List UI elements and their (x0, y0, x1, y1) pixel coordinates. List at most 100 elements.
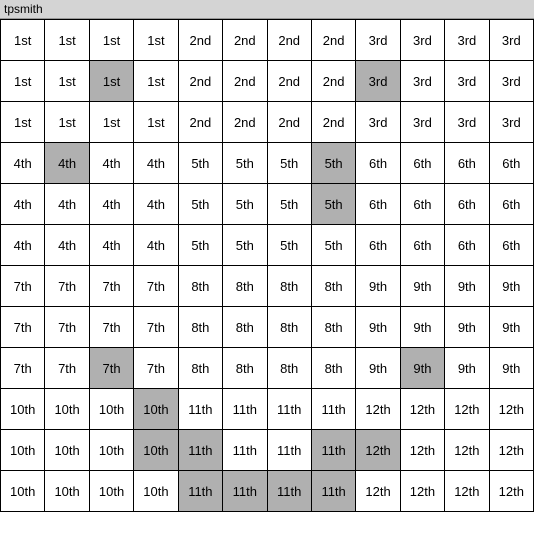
table-row: 3rd (401, 20, 445, 61)
table-row: 12th (490, 389, 534, 430)
table-row: 1st (45, 20, 89, 61)
table-row: 8th (179, 266, 223, 307)
table-row: 8th (268, 348, 312, 389)
table-row: 11th (268, 430, 312, 471)
table-row: 4th (45, 143, 89, 184)
table-row: 4th (90, 143, 134, 184)
table-row: 7th (1, 266, 45, 307)
table-row: 3rd (356, 61, 400, 102)
table-row: 9th (445, 348, 489, 389)
table-row: 11th (223, 389, 267, 430)
table-row: 7th (134, 348, 178, 389)
table-row: 10th (90, 389, 134, 430)
table-row: 4th (90, 184, 134, 225)
table-row: 6th (356, 225, 400, 266)
table-row: 6th (490, 225, 534, 266)
table-row: 3rd (401, 102, 445, 143)
table-row: 5th (312, 225, 356, 266)
table-row: 11th (223, 471, 267, 512)
table-row: 7th (90, 266, 134, 307)
table-row: 5th (312, 184, 356, 225)
table-row: 7th (90, 307, 134, 348)
table-row: 3rd (490, 61, 534, 102)
table-row: 3rd (356, 20, 400, 61)
table-row: 2nd (223, 20, 267, 61)
table-row: 3rd (445, 61, 489, 102)
table-row: 7th (90, 348, 134, 389)
table-row: 8th (268, 266, 312, 307)
table-row: 10th (134, 389, 178, 430)
table-row: 12th (401, 389, 445, 430)
table-row: 8th (312, 307, 356, 348)
table-row: 12th (356, 471, 400, 512)
table-row: 11th (312, 389, 356, 430)
table-row: 2nd (312, 20, 356, 61)
table-row: 5th (268, 225, 312, 266)
table-row: 11th (312, 471, 356, 512)
table-row: 2nd (179, 20, 223, 61)
table-row: 1st (1, 102, 45, 143)
table-row: 8th (312, 266, 356, 307)
table-row: 11th (268, 389, 312, 430)
table-row: 4th (45, 184, 89, 225)
table-row: 12th (445, 471, 489, 512)
table-row: 12th (356, 389, 400, 430)
table-row: 10th (90, 471, 134, 512)
table-row: 9th (490, 348, 534, 389)
table-row: 10th (134, 430, 178, 471)
table-row: 1st (134, 20, 178, 61)
grid-container: 1st1st1st1st2nd2nd2nd2nd3rd3rd3rd3rd1st1… (0, 19, 534, 512)
table-row: 9th (401, 307, 445, 348)
table-row: 9th (445, 307, 489, 348)
table-row: 9th (490, 266, 534, 307)
table-row: 8th (223, 266, 267, 307)
table-row: 9th (445, 266, 489, 307)
table-row: 2nd (179, 102, 223, 143)
table-row: 6th (401, 143, 445, 184)
table-row: 1st (90, 102, 134, 143)
table-row: 7th (134, 266, 178, 307)
table-row: 2nd (268, 61, 312, 102)
table-row: 5th (179, 225, 223, 266)
app-title: tpsmith (4, 2, 43, 16)
table-row: 12th (445, 430, 489, 471)
table-row: 10th (45, 471, 89, 512)
table-row: 9th (356, 348, 400, 389)
table-row: 10th (90, 430, 134, 471)
table-row: 9th (401, 348, 445, 389)
table-row: 2nd (223, 61, 267, 102)
table-row: 7th (45, 307, 89, 348)
table-row: 7th (1, 307, 45, 348)
table-row: 1st (45, 61, 89, 102)
table-row: 9th (356, 266, 400, 307)
table-row: 2nd (223, 102, 267, 143)
table-row: 3rd (445, 102, 489, 143)
table-row: 11th (179, 389, 223, 430)
table-row: 5th (268, 184, 312, 225)
table-row: 11th (312, 430, 356, 471)
table-row: 12th (445, 389, 489, 430)
table-row: 8th (223, 348, 267, 389)
table-row: 4th (90, 225, 134, 266)
table-row: 2nd (179, 61, 223, 102)
table-row: 6th (445, 143, 489, 184)
table-row: 6th (401, 225, 445, 266)
table-row: 11th (179, 430, 223, 471)
table-row: 11th (223, 430, 267, 471)
table-row: 8th (312, 348, 356, 389)
table-row: 1st (1, 61, 45, 102)
table-row: 12th (490, 471, 534, 512)
table-row: 10th (1, 471, 45, 512)
table-row: 4th (45, 225, 89, 266)
table-row: 3rd (490, 102, 534, 143)
table-row: 10th (1, 430, 45, 471)
table-row: 6th (490, 143, 534, 184)
table-row: 4th (134, 184, 178, 225)
table-row: 1st (1, 20, 45, 61)
table-row: 2nd (268, 102, 312, 143)
table-row: 6th (356, 184, 400, 225)
table-row: 5th (268, 143, 312, 184)
table-row: 11th (179, 471, 223, 512)
table-row: 6th (445, 184, 489, 225)
table-row: 5th (223, 184, 267, 225)
